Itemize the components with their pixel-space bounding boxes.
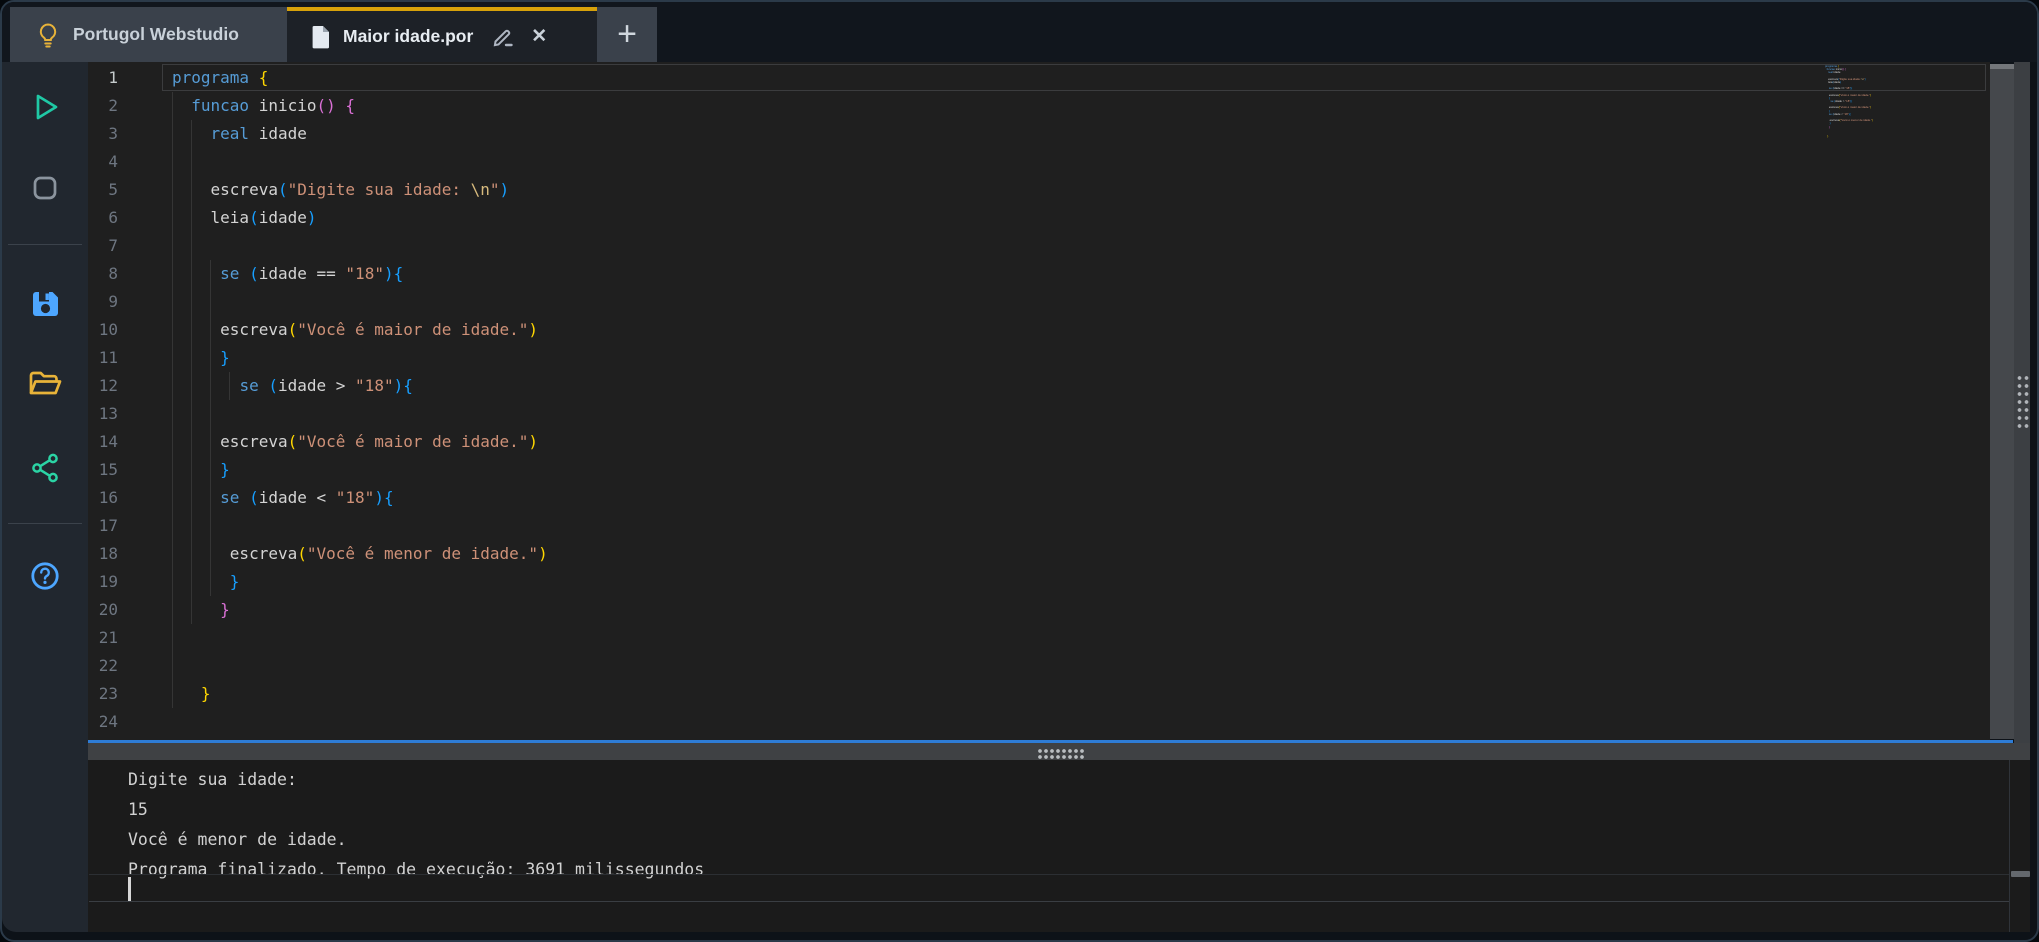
folder-open-icon: [26, 366, 64, 402]
line-number: 3: [88, 120, 118, 148]
line-number: 6: [88, 204, 118, 232]
code-line: [1825, 138, 1915, 141]
line-number: 23: [88, 680, 118, 708]
line-number: 1: [88, 64, 118, 92]
file-icon: [311, 25, 331, 49]
tab-portugol-webstudio[interactable]: Portugol Webstudio: [10, 7, 287, 62]
app-window: Portugol Webstudio Maior idade.por ✕ +: [0, 0, 2039, 942]
run-button[interactable]: [27, 89, 63, 125]
code-line[interactable]: [172, 652, 548, 680]
console-scrollbar-thumb[interactable]: [2011, 871, 2030, 877]
help-icon: [26, 557, 64, 595]
code-content[interactable]: programa { funcao inicio() { real idade …: [172, 64, 548, 736]
line-number: 12: [88, 372, 118, 400]
code-line[interactable]: }: [172, 456, 548, 484]
code-line[interactable]: escreva("Digite sua idade: \n"): [172, 176, 548, 204]
line-number: 9: [88, 288, 118, 316]
vertical-scrollbar[interactable]: [1990, 64, 2014, 739]
line-number-gutter: 123456789101112131415161718192021222324: [88, 64, 118, 736]
line-number: 21: [88, 624, 118, 652]
close-icon[interactable]: ✕: [527, 25, 551, 48]
line-number: 16: [88, 484, 118, 512]
code-line[interactable]: }: [172, 596, 548, 624]
share-icon: [28, 451, 62, 485]
tab-label: Maior idade.por: [343, 26, 473, 47]
line-number: 10: [88, 316, 118, 344]
code-line[interactable]: se (idade == "18"){: [172, 260, 548, 288]
console-cursor: [128, 877, 131, 901]
right-gutter-drag-handle[interactable]: [2016, 374, 2029, 430]
sidebar-divider: [8, 244, 82, 245]
code-line[interactable]: [172, 288, 548, 316]
code-line[interactable]: escreva("Você é maior de idade."): [172, 428, 548, 456]
bottom-gutter-drag-handle[interactable]: [1037, 748, 1085, 759]
line-number: 18: [88, 540, 118, 568]
plus-icon: +: [617, 15, 637, 54]
pencil-icon[interactable]: [491, 25, 515, 49]
console-right-border: [2009, 760, 2010, 932]
code-line[interactable]: [172, 400, 548, 428]
open-file-button[interactable]: [27, 366, 63, 402]
new-tab-button[interactable]: +: [597, 7, 657, 62]
line-number: 4: [88, 148, 118, 176]
line-number: 5: [88, 176, 118, 204]
code-line[interactable]: [172, 232, 548, 260]
code-line[interactable]: [172, 708, 548, 736]
console-input-line[interactable]: [89, 874, 2009, 902]
code-line[interactable]: [172, 148, 548, 176]
code-line[interactable]: escreva("Você é maior de idade."): [172, 316, 548, 344]
line-number: 17: [88, 512, 118, 540]
line-number: 7: [88, 232, 118, 260]
line-number: 14: [88, 428, 118, 456]
code-line[interactable]: leia(idade): [172, 204, 548, 232]
minimap[interactable]: programa { funcao inicio() { real idade …: [1825, 65, 1915, 165]
line-number: 13: [88, 400, 118, 428]
stop-icon: [27, 170, 63, 206]
code-line[interactable]: real idade: [172, 120, 548, 148]
action-sidebar: [2, 62, 88, 932]
console-line: 15: [128, 795, 2030, 825]
line-number: 15: [88, 456, 118, 484]
share-button[interactable]: [27, 450, 63, 486]
line-number: 19: [88, 568, 118, 596]
code-line[interactable]: programa {: [172, 64, 548, 92]
tab-label: Portugol Webstudio: [73, 24, 239, 45]
code-line[interactable]: [172, 512, 548, 540]
stop-button[interactable]: [27, 170, 63, 206]
code-line[interactable]: }: [172, 344, 548, 372]
save-button[interactable]: [27, 286, 63, 322]
code-line[interactable]: se (idade > "18"){: [172, 372, 548, 400]
console-line: Digite sua idade:: [128, 765, 2030, 795]
tab-maior-idade[interactable]: Maior idade.por ✕: [287, 7, 597, 62]
code-line[interactable]: }: [172, 680, 548, 708]
code-line[interactable]: }: [172, 568, 548, 596]
line-number: 2: [88, 92, 118, 120]
scrollbar-top-cap: [1990, 64, 2014, 69]
console-line: Você é menor de idade.: [128, 825, 2030, 855]
code-line[interactable]: se (idade < "18"){: [172, 484, 548, 512]
line-number: 24: [88, 708, 118, 736]
line-number: 11: [88, 344, 118, 372]
line-number: 8: [88, 260, 118, 288]
sidebar-divider: [8, 523, 82, 524]
help-button[interactable]: [27, 558, 63, 594]
code-line[interactable]: escreva("Você é menor de idade."): [172, 540, 548, 568]
play-icon: [27, 89, 63, 125]
save-icon: [28, 287, 62, 321]
tab-bar: Portugol Webstudio Maior idade.por ✕ +: [2, 2, 2037, 62]
line-number: 22: [88, 652, 118, 680]
code-line[interactable]: [172, 624, 548, 652]
code-editor[interactable]: 123456789101112131415161718192021222324 …: [88, 62, 1990, 740]
console-output[interactable]: Digite sua idade: 15Você é menor de idad…: [88, 760, 2030, 932]
line-number: 20: [88, 596, 118, 624]
code-line[interactable]: funcao inicio() {: [172, 92, 548, 120]
lightbulb-icon: [36, 22, 60, 48]
